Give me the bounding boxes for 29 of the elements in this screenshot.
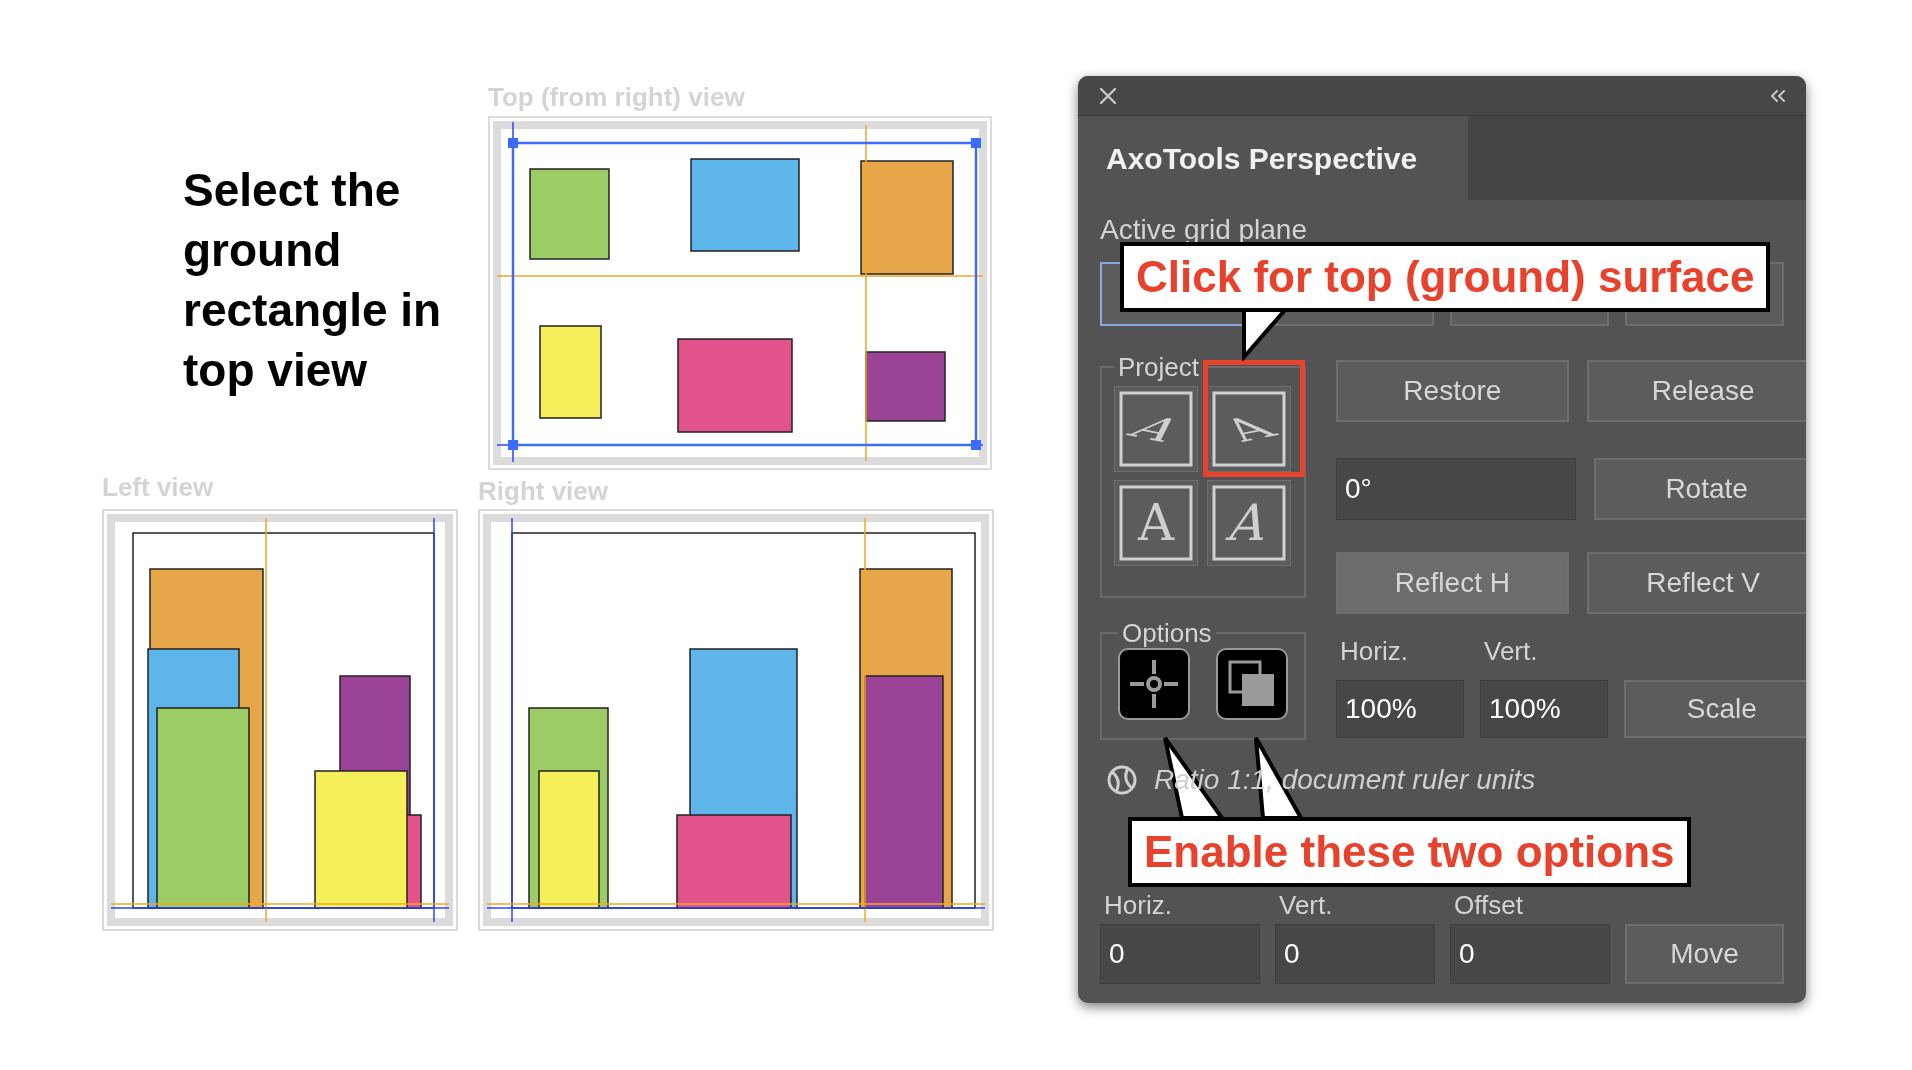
rotate-button[interactable]: Rotate [1593,458,1806,520]
scale-label: Vert. [1483,638,1539,664]
restore-button[interactable]: Restore [1336,360,1569,422]
globe-icon [1106,764,1138,796]
scale-label: Horiz. [1339,638,1409,664]
move-field[interactable]: 0 [1275,924,1435,984]
scale-field[interactable]: 100% [1480,680,1608,738]
angle-field[interactable]: 0° [1336,458,1576,520]
project-label: Project [1117,354,1200,380]
move-field[interactable]: 0 [1100,924,1260,984]
move-field[interactable]: 0 [1450,924,1610,984]
reflect-button[interactable]: Reflect H [1336,552,1569,614]
reflect-button[interactable]: Reflect V [1586,552,1806,614]
move-label: Vert. [1278,892,1334,918]
move-label: Offset [1453,892,1524,918]
copy-toggle[interactable] [1216,648,1288,720]
projection-button[interactable]: A [1114,386,1198,472]
move-button[interactable]: Move [1625,924,1784,984]
projection-button[interactable]: A [1114,480,1198,566]
release-button[interactable]: Release [1586,360,1806,422]
center-point-toggle[interactable] [1118,648,1190,720]
instruction-text: Select the ground rectangle in top view [183,163,443,398]
scale-field[interactable]: 100% [1336,680,1464,738]
options-label: Options [1121,620,1213,646]
move-label: Horiz. [1103,892,1173,918]
projection-button[interactable]: A [1207,480,1291,566]
projection-button[interactable]: A [1207,386,1291,472]
scale-button[interactable]: Scale [1624,680,1806,738]
panel-tab[interactable]: AxoTools Perspective [1078,116,1468,200]
